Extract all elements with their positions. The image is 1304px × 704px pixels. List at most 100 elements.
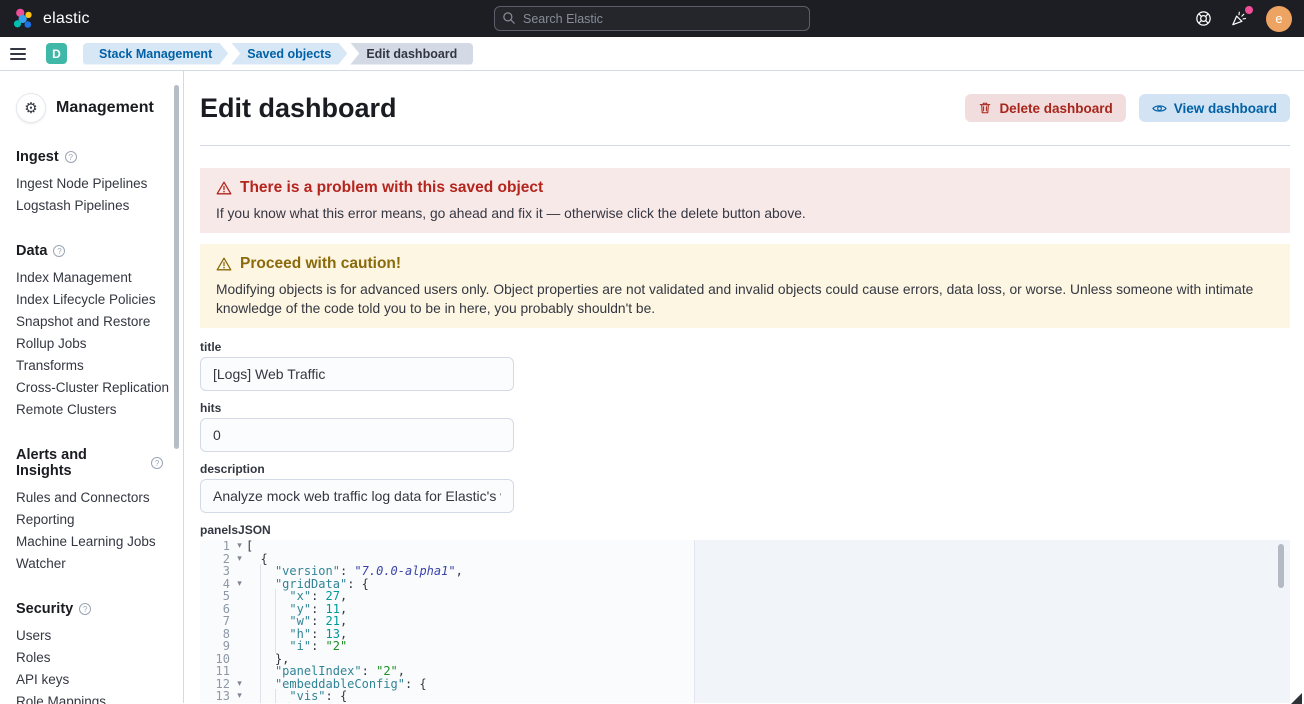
view-dashboard-button[interactable]: View dashboard xyxy=(1139,94,1290,122)
warning-callout-title: Proceed with caution! xyxy=(240,254,401,274)
help-icon xyxy=(1194,9,1213,28)
elastic-logo-icon xyxy=(12,8,34,30)
error-callout: There is a problem with this saved objec… xyxy=(200,168,1290,233)
saved-object-form: title hits description panelsJSON 1▾[2▾ … xyxy=(200,340,1290,703)
editor-line: 8 "h": 13, xyxy=(200,628,1290,641)
sidebar-section-heading: Ingest? xyxy=(16,149,163,165)
elastic-brand[interactable]: elastic xyxy=(12,8,90,30)
global-search xyxy=(494,6,810,31)
fold-arrow-icon[interactable]: ▾ xyxy=(233,553,246,566)
sidebar-item[interactable]: Rules and Connectors xyxy=(16,487,163,509)
title-field[interactable] xyxy=(200,357,514,391)
fold-spacer xyxy=(233,615,246,628)
main-content: Edit dashboard Delete dashboard View das… xyxy=(184,71,1304,703)
header-divider xyxy=(200,145,1290,146)
editor-scrollbar-thumb[interactable] xyxy=(1278,544,1284,588)
section-help-icon: ? xyxy=(53,245,65,257)
management-gear-icon: ⚙ xyxy=(16,93,46,123)
fold-spacer xyxy=(233,653,246,666)
fold-spacer xyxy=(233,603,246,616)
menu-toggle-button[interactable] xyxy=(10,41,36,67)
sidebar-item[interactable]: Index Management xyxy=(16,267,163,289)
editor-line: 5 "x": 27, xyxy=(200,590,1290,603)
sidebar-item[interactable]: Index Lifecycle Policies xyxy=(16,289,163,311)
warning-callout-body: Modifying objects is for advanced users … xyxy=(216,280,1274,318)
editor-line: 12▾ "embeddableConfig": { xyxy=(200,678,1290,691)
fold-spacer xyxy=(233,640,246,653)
description-field-label: description xyxy=(200,462,1290,476)
fold-arrow-icon[interactable]: ▾ xyxy=(233,540,246,553)
newsfeed-button[interactable] xyxy=(1230,9,1249,28)
editor-line: 7 "w": 21, xyxy=(200,615,1290,628)
section-help-icon: ? xyxy=(65,151,77,163)
fold-arrow-icon[interactable]: ▾ xyxy=(233,678,246,691)
fold-arrow-icon[interactable]: ▾ xyxy=(233,690,246,703)
breadcrumb-saved-objects[interactable]: Saved objects xyxy=(231,43,347,65)
search-input[interactable] xyxy=(494,6,810,31)
management-sidebar: ⚙ Management Ingest? Ingest Node Pipeline… xyxy=(0,71,184,703)
editor-line: 14▾ "colors": { xyxy=(200,703,1290,704)
sidebar-section-heading: Security? xyxy=(16,601,163,617)
section-help-icon: ? xyxy=(79,603,91,615)
fold-spacer xyxy=(233,628,246,641)
sidebar-sections: Ingest? Ingest Node PipelinesLogstash Pip… xyxy=(16,149,163,704)
sidebar-section-heading: Data? xyxy=(16,243,163,259)
error-callout-title: There is a problem with this saved objec… xyxy=(240,178,543,198)
breadcrumb-edit-dashboard: Edit dashboard xyxy=(350,43,473,65)
brand-name: elastic xyxy=(43,10,90,28)
fold-arrow-icon[interactable]: ▾ xyxy=(233,703,246,704)
breadcrumb: Stack Management Saved objects Edit dash… xyxy=(83,43,473,65)
error-callout-body: If you know what this error means, go ah… xyxy=(216,204,1274,223)
sidebar-item[interactable]: Reporting xyxy=(16,509,163,531)
space-avatar[interactable]: D xyxy=(46,43,67,64)
trash-icon xyxy=(978,101,992,115)
section-help-icon: ? xyxy=(151,457,163,469)
sidebar-item[interactable]: Roles xyxy=(16,647,163,669)
sidebar-item[interactable]: API keys xyxy=(16,669,163,691)
title-field-label: title xyxy=(200,340,1290,354)
user-avatar[interactable]: e xyxy=(1266,6,1292,32)
sidebar-item[interactable]: Rollup Jobs xyxy=(16,333,163,355)
hits-field[interactable] xyxy=(200,418,514,452)
panelsjson-code-editor[interactable]: 1▾[2▾ {3 "version": "7.0.0-alpha1",4▾ "g… xyxy=(200,540,1290,703)
description-field[interactable] xyxy=(200,479,514,513)
warning-icon xyxy=(216,256,232,272)
page-title: Edit dashboard xyxy=(200,91,397,125)
delete-dashboard-button[interactable]: Delete dashboard xyxy=(965,94,1125,122)
help-button[interactable] xyxy=(1194,9,1213,28)
breadcrumb-stack-management[interactable]: Stack Management xyxy=(83,43,228,65)
search-icon xyxy=(502,11,516,25)
sidebar-item[interactable]: Machine Learning Jobs xyxy=(16,531,163,553)
sidebar-section-heading: Alerts and Insights? xyxy=(16,447,163,479)
sidebar-item[interactable]: Logstash Pipelines xyxy=(16,195,163,217)
sidebar-item[interactable]: Snapshot and Restore xyxy=(16,311,163,333)
fold-spacer xyxy=(233,590,246,603)
top-header-bar: elastic xyxy=(0,0,1304,37)
fold-arrow-icon[interactable]: ▾ xyxy=(233,578,246,591)
eye-icon xyxy=(1152,101,1167,116)
sidebar-item[interactable]: Cross-Cluster Replication xyxy=(16,377,163,399)
sidebar-item[interactable]: Watcher xyxy=(16,553,163,575)
editor-line: 9 "i": "2" xyxy=(200,640,1290,653)
sidebar-item[interactable]: Remote Clusters xyxy=(16,399,163,421)
sidebar-item[interactable]: Transforms xyxy=(16,355,163,377)
editor-lines: 1▾[2▾ {3 "version": "7.0.0-alpha1",4▾ "g… xyxy=(200,540,1290,703)
fold-spacer xyxy=(233,665,246,678)
sidebar-item[interactable]: Users xyxy=(16,625,163,647)
editor-line: 4▾ "gridData": { xyxy=(200,578,1290,591)
panelsjson-field-label: panelsJSON xyxy=(200,523,1290,537)
fold-spacer xyxy=(233,565,246,578)
sidebar-item[interactable]: Role Mappings xyxy=(16,691,163,704)
alert-icon xyxy=(216,180,232,196)
sidebar-scrollbar-thumb[interactable] xyxy=(174,85,179,449)
notification-dot xyxy=(1245,6,1253,14)
editor-line: 1▾[ xyxy=(200,540,1290,553)
warning-callout: Proceed with caution! Modifying objects … xyxy=(200,244,1290,328)
hits-field-label: hits xyxy=(200,401,1290,415)
breadcrumb-bar: D Stack Management Saved objects Edit da… xyxy=(0,37,1304,71)
sidebar-title: Management xyxy=(56,99,154,117)
editor-line: 6 "y": 11, xyxy=(200,603,1290,616)
sidebar-header[interactable]: ⚙ Management xyxy=(16,93,163,123)
editor-resize-handle[interactable] xyxy=(1291,693,1302,704)
sidebar-item[interactable]: Ingest Node Pipelines xyxy=(16,173,163,195)
